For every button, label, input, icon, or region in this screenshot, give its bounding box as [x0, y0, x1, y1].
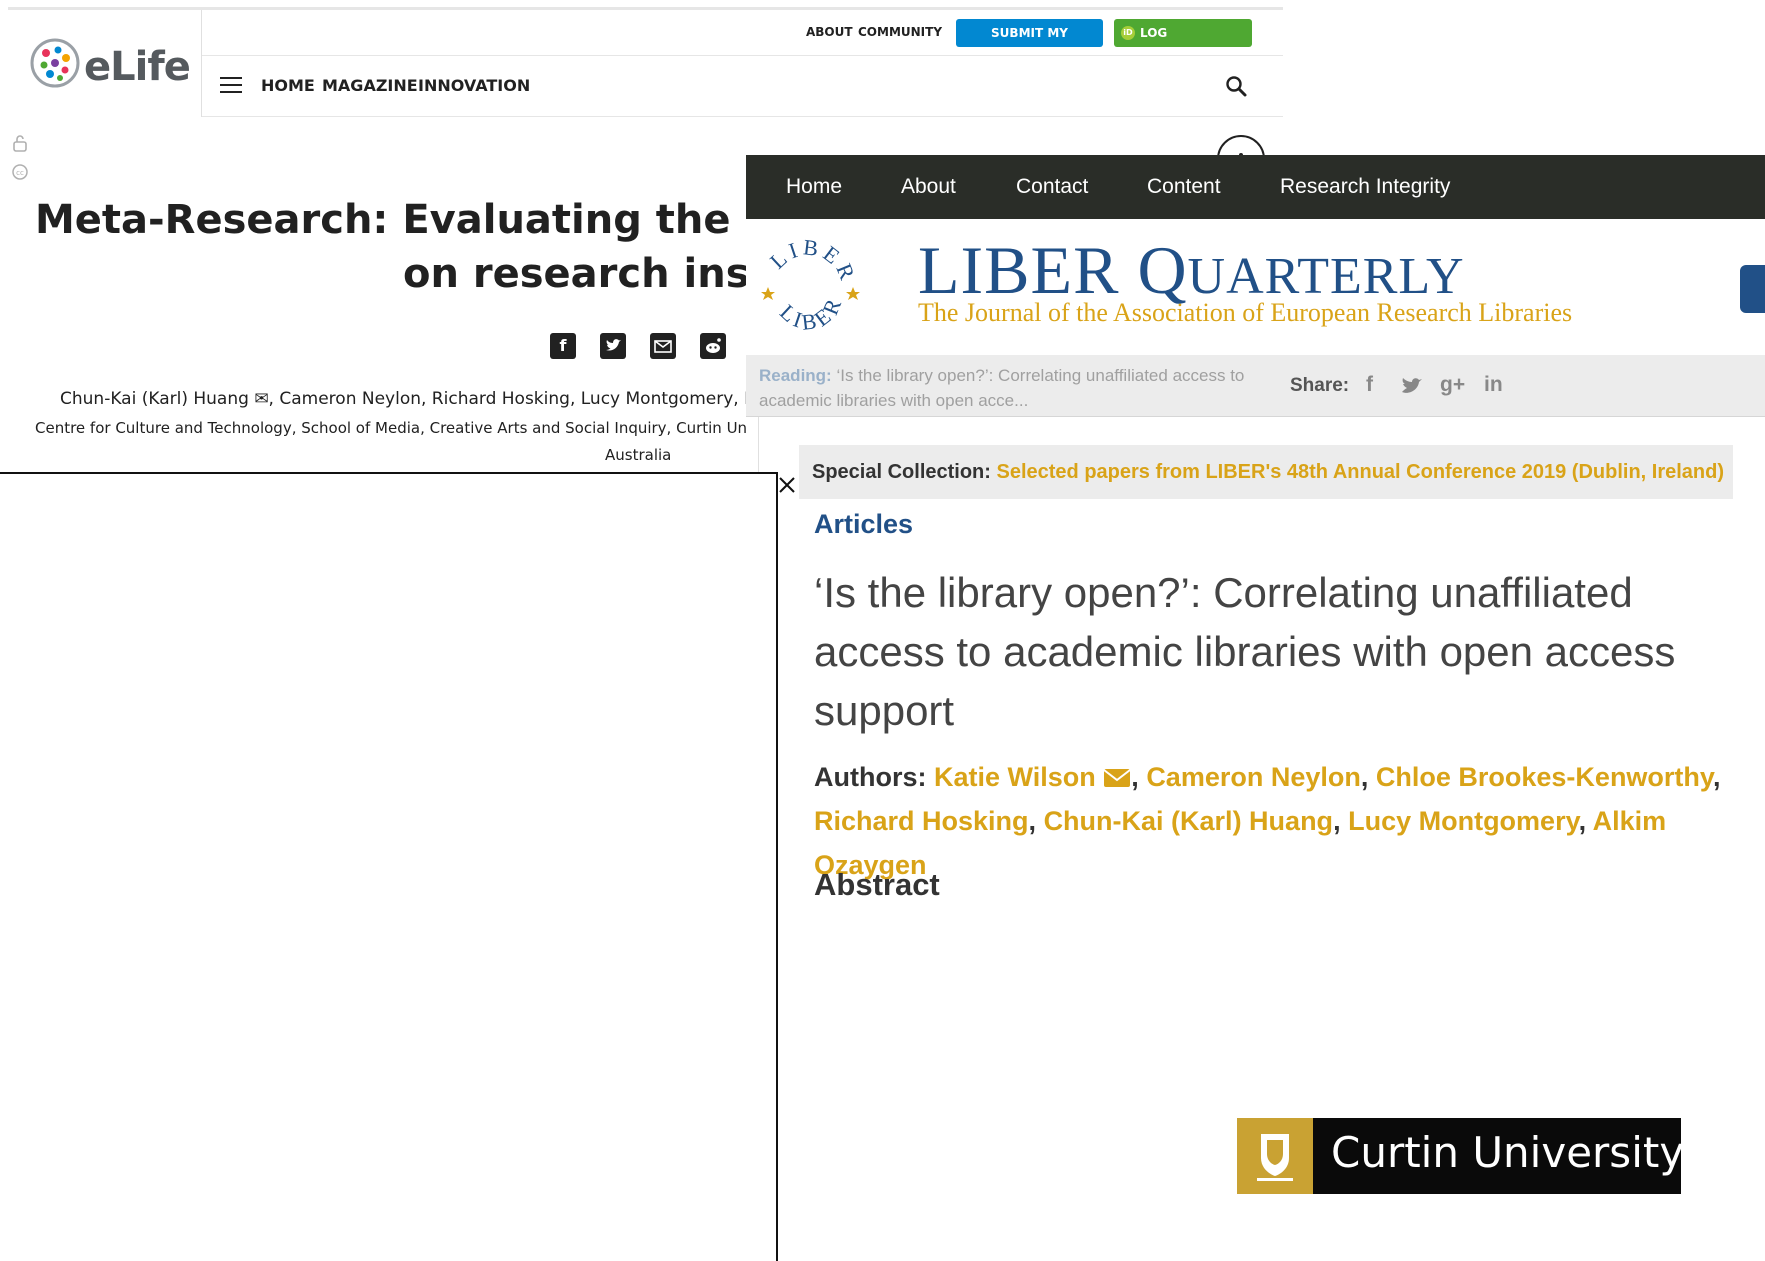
svg-text:LIBER: LIBER	[765, 237, 860, 287]
share-label: Share:	[1290, 375, 1350, 396]
liber-authors: Authors: Katie Wilson , Cameron Neylon, …	[814, 762, 1721, 880]
title-liber: LIBER	[918, 232, 1138, 308]
elife-affiliation: Centre for Culture and Technology, Schoo…	[35, 419, 761, 437]
authors-label: Authors:	[814, 762, 927, 792]
author-link[interactable]: Richard Hosking	[814, 806, 1029, 836]
svg-text:LIBER: LIBER	[775, 292, 848, 335]
elife-affiliation-country: Australia	[605, 446, 672, 464]
liber-article-title: ‘Is the library open?’: Correlating unaf…	[814, 569, 1676, 734]
facebook-share-icon[interactable]: f	[1366, 373, 1373, 397]
main-nav: HOME MAGAZINE INNOVATION	[202, 57, 1283, 117]
login-register-button[interactable]: iD LOG IN/REGISTER	[1114, 19, 1252, 68]
seal-text-bottom: LIBER	[775, 292, 844, 335]
abstract-heading: Abstract	[814, 867, 940, 902]
author-link[interactable]: Chloe Brookes-Kenworthy	[1376, 762, 1713, 792]
reading-article: ‘Is the library open?’: Correlating unaf…	[759, 366, 1245, 410]
title-uarterly: UARTERLY	[1187, 248, 1465, 305]
search-icon[interactable]	[1224, 74, 1248, 98]
liber-nav-research-integrity[interactable]: Research Integrity	[1280, 175, 1450, 199]
linkedin-share-icon[interactable]: in	[1484, 373, 1503, 397]
liber-quarterly-page: Home About Contact Content Research Inte…	[746, 155, 1765, 1261]
utility-bar: ABOUT COMMUNITY SUBMIT MY RESEARCH iD LO…	[202, 10, 1283, 68]
twitter-icon[interactable]	[600, 333, 626, 359]
twitter-share-icon[interactable]	[1401, 377, 1423, 395]
reading-text: Reading: ‘Is the library open?’: Correla…	[759, 363, 1269, 413]
nav-innovation[interactable]: INNOVATION	[418, 76, 530, 95]
close-icon[interactable]	[776, 474, 798, 496]
special-collection-link[interactable]: Selected papers from LIBER's 48th Annual…	[997, 461, 1725, 483]
email-icon[interactable]	[1103, 768, 1131, 788]
submit-research-button[interactable]: SUBMIT MY RESEARCH	[956, 19, 1103, 68]
elife-logo-icon	[30, 38, 80, 88]
liber-nav-contact[interactable]: Contact	[1016, 175, 1088, 199]
title-q: Q	[1137, 232, 1188, 308]
nav-home[interactable]: HOME	[261, 76, 315, 95]
blank-overlay-panel	[0, 472, 778, 1261]
google-plus-share-icon[interactable]: g+	[1440, 373, 1465, 397]
liber-seal-logo[interactable]: LIBER LIBER	[756, 237, 860, 341]
side-tab[interactable]	[1740, 265, 1765, 313]
curtin-logo-text: Curtin University	[1331, 1128, 1685, 1177]
section-label[interactable]: Articles	[814, 509, 913, 540]
author-link[interactable]: Chun-Kai (Karl) Huang	[1044, 806, 1334, 836]
nav-magazine[interactable]: MAGAZINE	[322, 76, 418, 95]
reading-label: Reading:	[759, 366, 832, 385]
email-share-icon[interactable]	[650, 333, 676, 359]
elife-logo-text: eLife	[84, 44, 191, 90]
community-link[interactable]: COMMUNITY	[858, 25, 942, 39]
about-link[interactable]: ABOUT	[806, 25, 853, 39]
author-link[interactable]: Katie Wilson	[934, 762, 1096, 792]
open-access-icon	[13, 135, 27, 152]
liber-nav-home[interactable]: Home	[786, 175, 842, 199]
liber-subtitle: The Journal of the Association of Europe…	[918, 298, 1573, 327]
orcid-icon: iD	[1121, 26, 1135, 40]
liber-nav-bar: Home About Contact Content Research Inte…	[746, 155, 1765, 219]
curtin-university-logo: Curtin University	[1237, 1118, 1685, 1194]
menu-icon[interactable]	[220, 77, 242, 95]
author-link[interactable]: Lucy Montgomery	[1348, 806, 1579, 836]
reddit-icon[interactable]	[700, 333, 726, 359]
seal-text-top: LIBER	[765, 237, 858, 287]
curtin-crest-icon	[1237, 1118, 1313, 1194]
liber-nav-content[interactable]: Content	[1147, 175, 1221, 199]
special-collection-label: Special Collection:	[812, 461, 991, 483]
special-collection-banner: Special Collection: Selected papers from…	[799, 445, 1733, 499]
creative-commons-icon: cc	[12, 164, 28, 180]
svg-text:cc: cc	[16, 169, 24, 177]
elife-authors: Chun-Kai (Karl) Huang ✉, Cameron Neylon,…	[60, 389, 756, 409]
elife-logo[interactable]: eLife	[8, 10, 202, 117]
reading-bar: Reading: ‘Is the library open?’: Correla…	[746, 355, 1765, 417]
author-link[interactable]: Cameron Neylon	[1146, 762, 1361, 792]
liber-nav-about[interactable]: About	[901, 175, 956, 199]
facebook-icon[interactable]: f	[550, 333, 576, 359]
